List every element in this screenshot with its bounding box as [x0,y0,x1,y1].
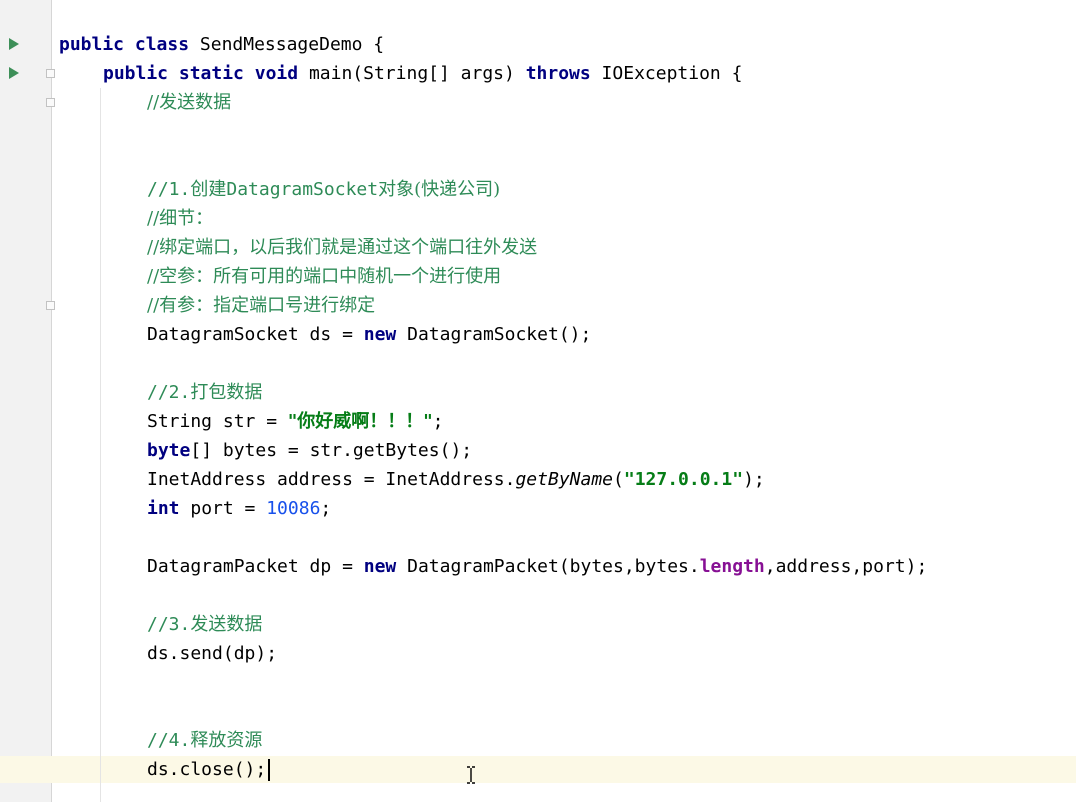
code-text: ); [743,469,765,490]
code-line-socket-decl[interactable]: DatagramSocket ds = new DatagramSocket()… [147,320,591,349]
keyword: new [363,556,397,577]
number-literal: 10086 [266,498,321,519]
code-text: ds.send(dp); [147,643,278,664]
comment-text: 对象(快递公司) [378,179,501,200]
comment-text: //4. [147,730,191,751]
code-text: DatagramSocket(); [396,324,592,345]
code-line-port-decl[interactable]: int port = 10086; [147,494,331,523]
code-line-comment[interactable]: //1.创建DatagramSocket对象(快递公司) [147,175,500,204]
gutter-divider [51,0,52,802]
comment-text: DatagramSocket [226,179,379,200]
code-text: DatagramPacket dp = [147,556,364,577]
field-reference: length [699,556,765,577]
editor-gutter [0,0,51,802]
code-text: main(String[] args) [298,63,526,84]
run-main-icon[interactable] [9,67,19,79]
code-text: ; [320,498,332,519]
code-line-comment[interactable]: //有参：指定端口号进行绑定 [147,291,375,320]
code-text: ,address,port); [764,556,928,577]
code-text: DatagramSocket ds = [147,324,364,345]
code-editor[interactable]: public class SendMessageDemo { public st… [0,0,1076,802]
code-line-comment[interactable]: //2.打包数据 [147,378,262,407]
code-text: [] bytes = str.getBytes(); [190,440,473,461]
text-cursor-icon [467,766,475,784]
comment-text: 释放资源 [190,730,263,751]
code-text: IOException { [590,63,743,84]
comment-text: 发送数据 [190,614,263,635]
comment-text: //发送数据 [147,92,232,113]
fold-icon[interactable] [46,301,55,310]
keyword: class [134,34,190,55]
code-line-class-decl[interactable]: public class SendMessageDemo { [59,30,384,59]
string-literal: "127.0.0.1" [623,469,744,490]
fold-icon[interactable] [46,98,55,107]
keyword: int [147,498,180,519]
fold-icon[interactable] [46,69,55,78]
code-line-comment[interactable]: //3.发送数据 [147,610,262,639]
indent-guide [100,88,101,802]
comment-text: 创建 [190,179,227,200]
code-text: InetAddress address = InetAddress. [147,469,516,490]
comment-text: //2. [147,382,191,403]
code-text: ; [432,411,444,432]
comment-text: //1. [147,179,191,200]
code-line-comment[interactable]: //空参：所有可用的端口中随机一个进行使用 [147,262,501,291]
static-method: getByName [515,469,614,490]
comment-text: //细节： [147,208,214,229]
run-class-icon[interactable] [9,38,19,50]
code-line-comment[interactable]: //发送数据 [147,88,231,117]
keyword: throws [525,63,591,84]
code-text: String str = [147,411,288,432]
code-text: port = [179,498,267,519]
comment-text: //绑定端口，以后我们就是通过这个端口往外发送 [147,237,538,258]
comment-text: 打包数据 [190,382,263,403]
string-literal: "你好威啊！！！" [287,411,433,432]
code-line-bytes-decl[interactable]: byte[] bytes = str.getBytes(); [147,436,472,465]
code-line-close-call[interactable]: ds.close(); [147,755,266,784]
keyword: static [178,63,244,84]
code-line-string-decl[interactable]: String str = "你好威啊！！！"; [147,407,444,436]
keyword: byte [147,440,191,461]
keyword: new [363,324,397,345]
code-line-comment[interactable]: //4.释放资源 [147,726,262,755]
comment-text: //3. [147,614,191,635]
code-line-packet-decl[interactable]: DatagramPacket dp = new DatagramPacket(b… [147,552,927,581]
comment-text: //有参：指定端口号进行绑定 [147,295,376,316]
code-line-main-decl[interactable]: public static void main(String[] args) t… [103,59,742,88]
keyword: public [103,63,169,84]
keyword: void [254,63,299,84]
code-line-comment[interactable]: //绑定端口，以后我们就是通过这个端口往外发送 [147,233,537,262]
code-text: ds.close(); [147,759,267,780]
keyword: public [59,34,125,55]
text-caret [268,759,270,781]
code-text: ( [613,469,624,490]
comment-text: //空参：所有可用的端口中随机一个进行使用 [147,266,502,287]
code-text: DatagramPacket(bytes,bytes. [396,556,700,577]
code-line-address-decl[interactable]: InetAddress address = InetAddress.getByN… [147,465,765,494]
code-line-comment[interactable]: //细节： [147,204,213,233]
code-text: SendMessageDemo { [189,34,385,55]
code-line-send-call[interactable]: ds.send(dp); [147,639,277,668]
